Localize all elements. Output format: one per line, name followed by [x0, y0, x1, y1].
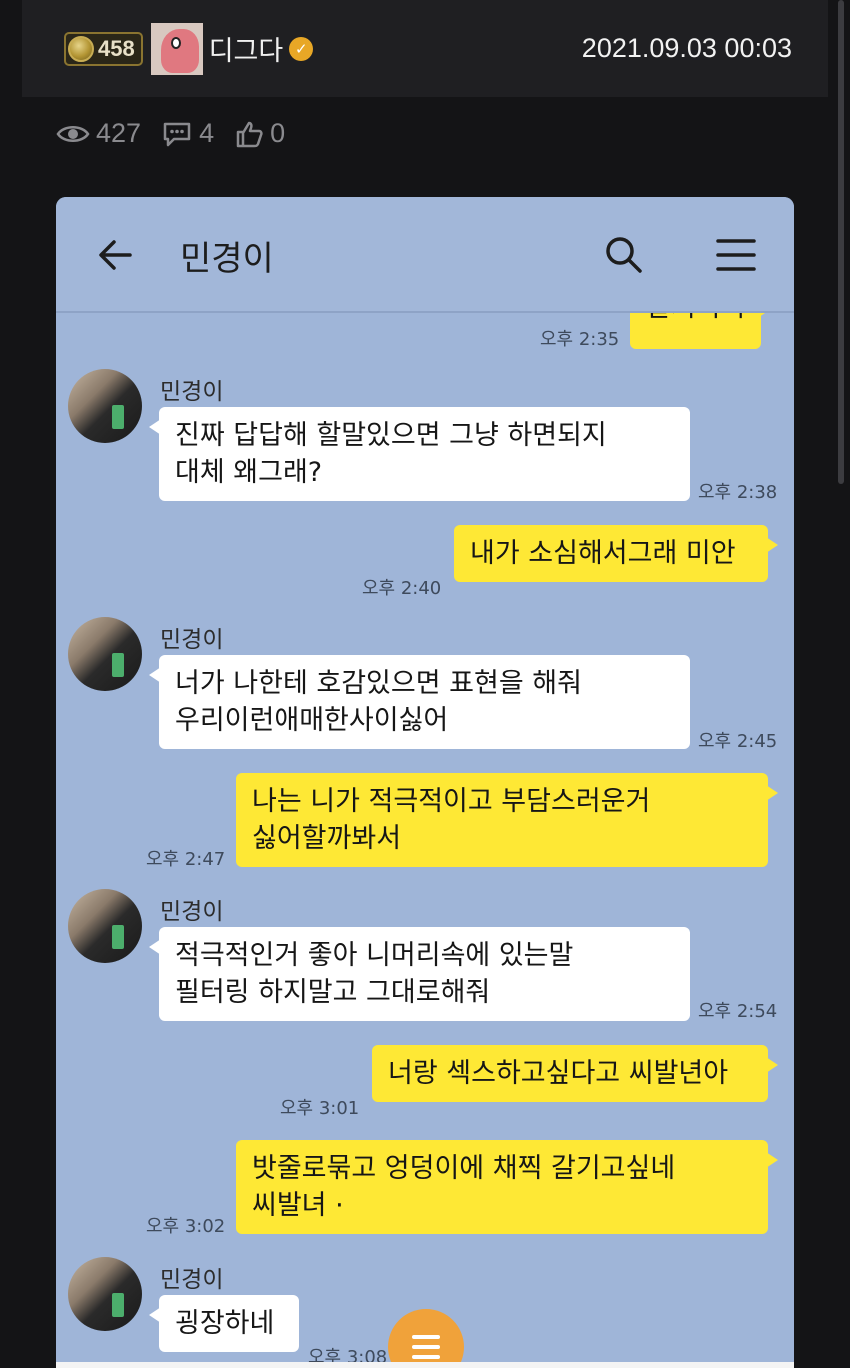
comment-count-value: 4: [199, 118, 215, 148]
contact-avatar[interactable]: [68, 369, 142, 443]
contact-avatar[interactable]: [68, 1257, 142, 1331]
message-time: 오후 2:38: [698, 482, 778, 503]
message-time: 오후 2:35: [540, 329, 620, 350]
menu-icon: [412, 1332, 440, 1362]
avatar-character: [160, 28, 199, 73]
post-stats: 427 4 0: [56, 118, 285, 149]
bottom-strip: [56, 1362, 794, 1368]
comment-count[interactable]: 4: [161, 118, 214, 149]
message-bubble-mine: 나는 니가 적극적이고 부담스러운거 싫어할까봐서: [236, 773, 778, 867]
sender-name: 민경이: [160, 1267, 224, 1293]
message-bubble-theirs: 너가 나한테 호감있으면 표현을 해줘 우리이런애매한사이싫어: [149, 655, 690, 749]
message-time: 오후 2:45: [698, 731, 778, 752]
sender-name: 민경이: [160, 899, 224, 925]
sender-name: 민경이: [160, 627, 224, 653]
view-count: 427: [56, 118, 141, 149]
post-header: 458 디그다 ✓ 2021.09.03 00:03: [22, 0, 828, 97]
floating-menu-button[interactable]: [388, 1309, 464, 1368]
message-bubble-theirs: 적극적인거 좋아 니머리속에 있는말 필터링 하지말고 그대로해줘: [149, 927, 690, 1021]
message-time: 오후 3:01: [280, 1098, 360, 1119]
post-date: 2021.09.03 00:03: [581, 33, 792, 63]
message-bubble-theirs: 진짜 답답해 할말있으면 그냥 하면되지 대체 왜그래?: [149, 407, 690, 501]
message-time: 오후 2:40: [362, 578, 442, 599]
author-nickname[interactable]: 디그다: [209, 29, 284, 68]
view-count-value: 427: [96, 118, 142, 148]
page-scrollbar[interactable]: [838, 0, 844, 484]
message-time: 오후 2:47: [146, 849, 226, 870]
message-bubble-mine: 밧줄로묶고 엉덩이에 채찍 갈기고싶네 씨발녀 ·: [236, 1140, 778, 1234]
back-arrow-icon[interactable]: [94, 233, 138, 277]
search-icon[interactable]: [602, 233, 646, 277]
avatar-eye: [170, 36, 181, 49]
chat-top-bar-overlay: 민경이: [56, 197, 794, 313]
message-time: 오후 2:54: [698, 1001, 778, 1022]
like-count[interactable]: 0: [234, 118, 285, 149]
level-badge: 458: [64, 31, 143, 66]
sender-name: 민경이: [160, 379, 224, 405]
level-number: 458: [98, 35, 135, 61]
message-bubble-theirs: 굉장하네: [149, 1295, 299, 1352]
message-bubble-mine: 내가 소심해서그래 미안: [454, 525, 778, 582]
thumbs-up-icon: [236, 121, 263, 147]
message-time: 오후 3:02: [146, 1216, 226, 1237]
author-avatar[interactable]: [150, 22, 203, 75]
eye-icon: [56, 125, 90, 142]
menu-icon[interactable]: [714, 233, 758, 277]
comment-icon: [163, 122, 191, 146]
verified-badge-icon: ✓: [289, 36, 314, 61]
contact-avatar[interactable]: [68, 889, 142, 963]
level-gem-icon: [68, 35, 94, 62]
contact-avatar[interactable]: [68, 617, 142, 691]
like-count-value: 0: [270, 118, 286, 148]
message-bubble-mine: 너랑 섹스하고싶다고 씨발년아: [372, 1045, 778, 1102]
chat-screenshot: 민경이 갈거이니 오후 2:35 민경이 민경이 진짜 답답해 할말있으면 그냥…: [56, 197, 794, 1368]
chat-room-title: 민경이: [180, 238, 274, 279]
